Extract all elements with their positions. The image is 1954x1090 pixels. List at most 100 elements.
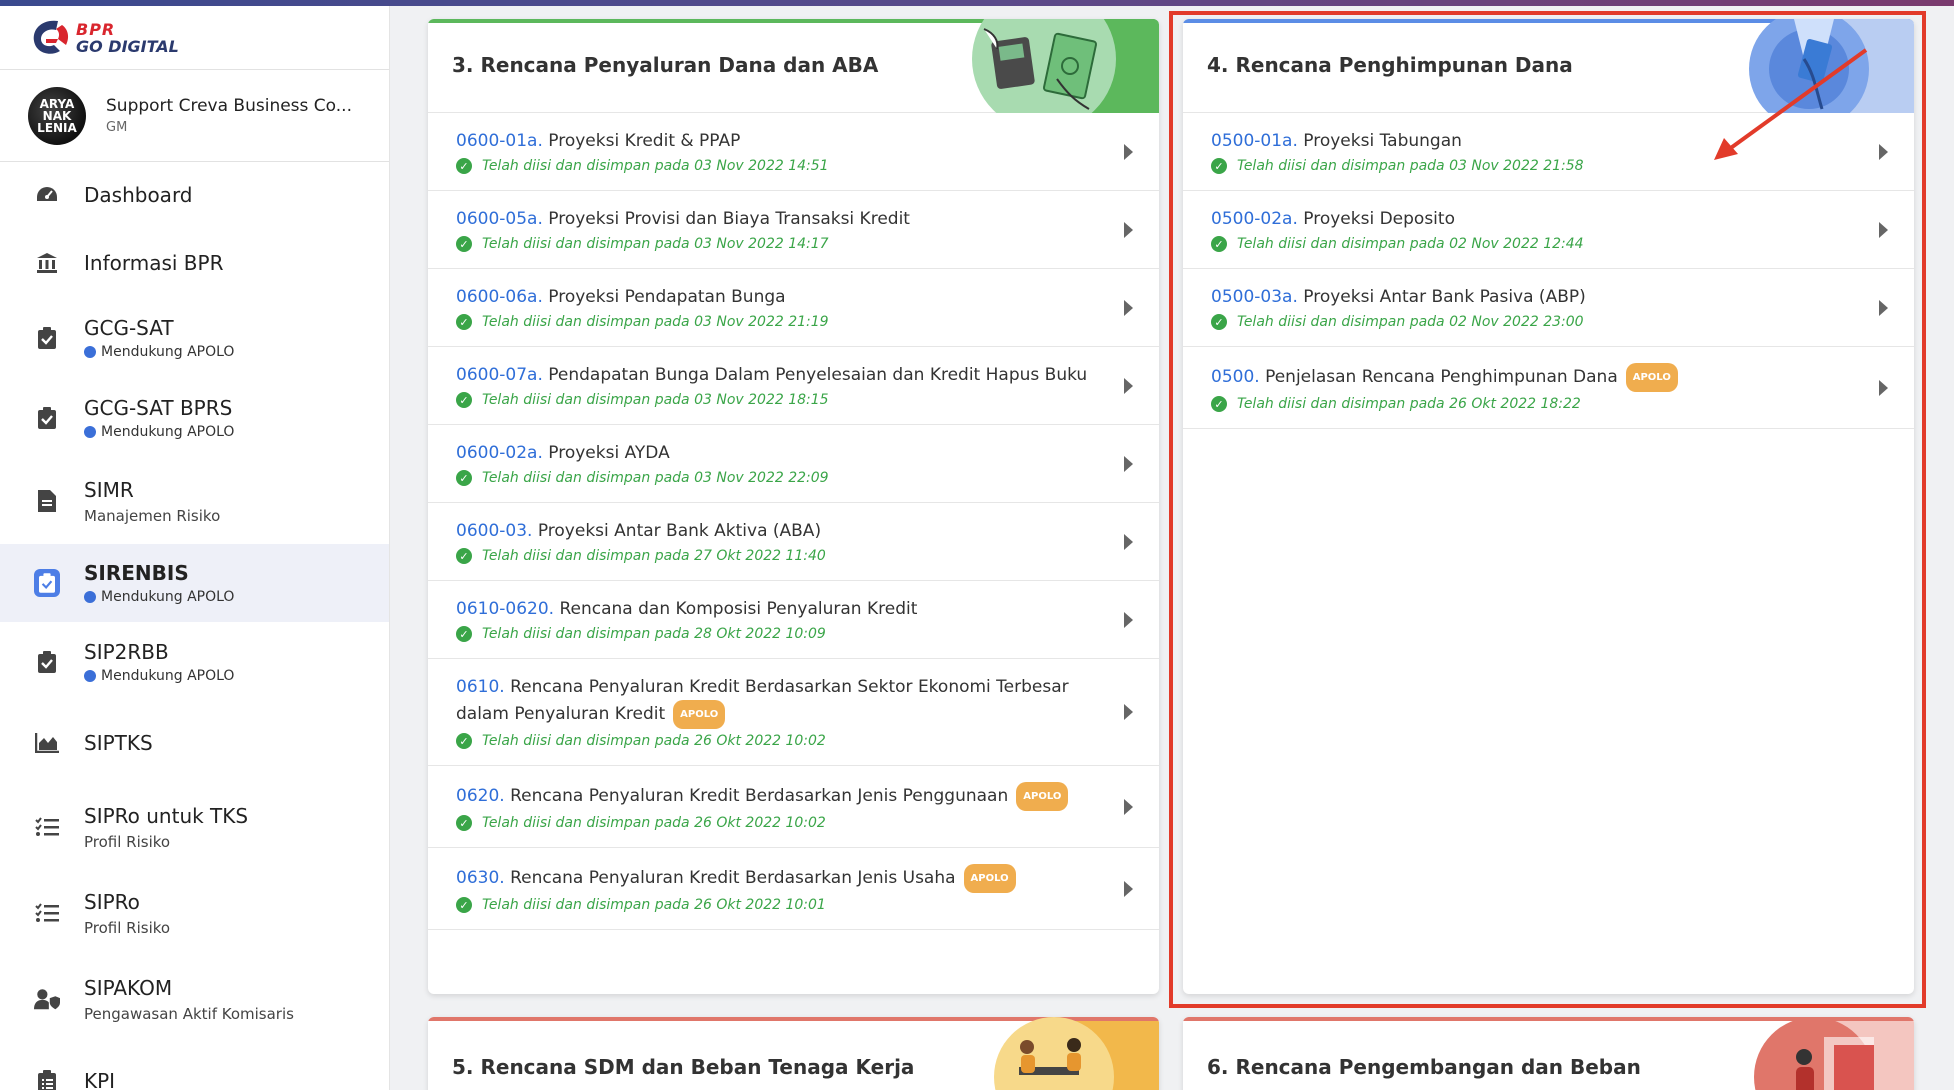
logo[interactable]: BPR GO DIGITAL xyxy=(0,6,389,70)
user-role: GM xyxy=(106,120,128,135)
chevron-right-icon[interactable] xyxy=(1124,377,1133,394)
card-rencana-sdm: 5. Rencana SDM dan Beban Tenaga Kerja xyxy=(428,1017,1159,1090)
list-item[interactable]: 0620. Rencana Penyaluran Kredit Berdasar… xyxy=(428,766,1159,848)
card-title: 3. Rencana Penyaluran Dana dan ABA xyxy=(452,53,879,77)
team-meeting-illustration xyxy=(949,1017,1159,1090)
item-code[interactable]: 0600-03. xyxy=(456,521,532,541)
sidebar-item-simr[interactable]: SIMR Manajemen Risiko xyxy=(0,458,389,544)
sidebar-item-sublabel: Manajemen Risiko xyxy=(84,506,221,525)
chevron-right-icon[interactable] xyxy=(1124,880,1133,897)
clipboard-check-icon xyxy=(34,649,60,675)
apolo-badge: APOLO xyxy=(1016,782,1069,811)
presentation-illustration xyxy=(1704,1017,1914,1090)
sidebar-item-sirenbis[interactable]: SIRENBIS Mendukung APOLO xyxy=(0,544,389,622)
item-label: Proyeksi Pendapatan Bunga xyxy=(542,287,786,307)
sidebar-item-label: Dashboard xyxy=(84,183,193,207)
item-code[interactable]: 0610. xyxy=(456,677,505,697)
item-status: ✓ Telah diisi dan disimpan pada 03 Nov 20… xyxy=(456,236,1099,252)
item-title: 0600-07a. Pendapatan Bunga Dalam Penyele… xyxy=(456,363,1099,388)
sidebar-item-gcg-sat-bprs[interactable]: GCG-SAT BPRS Mendukung APOLO xyxy=(0,378,389,458)
item-status: ✓ Telah diisi dan disimpan pada 27 Okt 20… xyxy=(456,548,1099,564)
item-title: 0600-05a. Proyeksi Provisi dan Biaya Tra… xyxy=(456,207,1099,232)
card-title: 5. Rencana SDM dan Beban Tenaga Kerja xyxy=(452,1055,915,1079)
item-status: ✓ Telah diisi dan disimpan pada 03 Nov 20… xyxy=(456,158,1099,174)
list-item[interactable]: 0600-01a. Proyeksi Kredit & PPAP ✓ Telah d… xyxy=(428,113,1159,191)
item-code[interactable]: 0620. xyxy=(456,786,505,806)
item-code[interactable]: 0600-01a. xyxy=(456,131,543,151)
sidebar-item-label: GCG-SAT BPRS xyxy=(84,396,233,420)
list-item[interactable]: 0600-02a. Proyeksi AYDA ✓ Telah diisi dan … xyxy=(428,425,1159,503)
chevron-right-icon[interactable] xyxy=(1124,533,1133,550)
chevron-right-icon[interactable] xyxy=(1124,143,1133,160)
sidebar-item-kpi[interactable]: KPI xyxy=(0,1042,389,1090)
user-profile[interactable]: ARYA NAK LENIA Support Creva Business Co… xyxy=(0,70,389,162)
item-code[interactable]: 0600-05a. xyxy=(456,209,543,229)
sidebar: BPR GO DIGITAL ARYA NAK LENIA Support Cr… xyxy=(0,6,390,1090)
chevron-right-icon[interactable] xyxy=(1124,299,1133,316)
check-circle-icon: ✓ xyxy=(456,626,472,642)
item-code[interactable]: 0630. xyxy=(456,868,505,888)
item-title: 0620. Rencana Penyaluran Kredit Berdasar… xyxy=(456,782,1099,811)
chevron-right-icon[interactable] xyxy=(1124,455,1133,472)
money-hands-illustration xyxy=(949,19,1159,113)
bpr-logo-icon xyxy=(28,17,74,59)
sidebar-item-label: SIRENBIS xyxy=(84,561,189,585)
list-item[interactable]: 0600-06a. Proyeksi Pendapatan Bunga ✓ Tela… xyxy=(428,269,1159,347)
user-shield-icon xyxy=(34,986,60,1012)
sidebar-item-sipro-tks[interactable]: SIPRo untuk TKS Profil Risiko xyxy=(0,784,389,870)
item-code[interactable]: 0600-07a. xyxy=(456,365,543,385)
list-item[interactable]: 0600-03. Proyeksi Antar Bank Aktiva (ABA… xyxy=(428,503,1159,581)
item-label: Rencana Penyaluran Kredit Berdasarkan Se… xyxy=(456,677,1069,724)
item-title: 0610. Rencana Penyaluran Kredit Berdasar… xyxy=(456,675,1099,729)
sidebar-item-sipakom[interactable]: SIPAKOM Pengawasan Aktif Komisaris xyxy=(0,956,389,1042)
item-code[interactable]: 0600-02a. xyxy=(456,443,543,463)
sidebar-item-label: GCG-SAT xyxy=(84,316,174,340)
check-circle-icon: ✓ xyxy=(456,314,472,330)
sidebar-item-informasi-bpr[interactable]: Informasi BPR xyxy=(0,228,389,298)
logo-line-2: GO DIGITAL xyxy=(76,36,179,56)
sidebar-item-gcg-sat[interactable]: GCG-SAT Mendukung APOLO xyxy=(0,298,389,378)
check-circle-icon: ✓ xyxy=(456,897,472,913)
list-item[interactable]: 0630. Rencana Penyaluran Kredit Berdasar… xyxy=(428,848,1159,930)
item-status: ✓ Telah diisi dan disimpan pada 03 Nov 20… xyxy=(456,470,1099,486)
list-item[interactable]: 0610-0620. Rencana dan Komposisi Penyalu… xyxy=(428,581,1159,659)
item-label: Rencana Penyaluran Kredit Berdasarkan Je… xyxy=(504,786,1009,806)
apolo-support-badge: Mendukung APOLO xyxy=(84,424,234,440)
apolo-badge: APOLO xyxy=(963,864,1016,893)
chevron-right-icon[interactable] xyxy=(1124,798,1133,815)
item-status: ✓ Telah diisi dan disimpan pada 26 Okt 20… xyxy=(456,815,1099,831)
item-title: 0600-03. Proyeksi Antar Bank Aktiva (ABA… xyxy=(456,519,1099,544)
list-item[interactable]: 0600-05a. Proyeksi Provisi dan Biaya Tra… xyxy=(428,191,1159,269)
item-status: ✓ Telah diisi dan disimpan pada 26 Okt 20… xyxy=(456,733,1099,749)
list-item[interactable]: 0610. Rencana Penyaluran Kredit Berdasar… xyxy=(428,659,1159,766)
sidebar-item-sip2rbb[interactable]: SIP2RBB Mendukung APOLO xyxy=(0,622,389,702)
chevron-right-icon[interactable] xyxy=(1124,704,1133,720)
item-label: Pendapatan Bunga Dalam Penyelesaian dan … xyxy=(542,365,1088,385)
user-name: Support Creva Business Co... xyxy=(106,96,352,116)
clipboard-check-icon xyxy=(34,569,60,597)
chevron-right-icon[interactable] xyxy=(1124,221,1133,238)
check-circle-icon: ✓ xyxy=(456,470,472,486)
check-circle-icon: ✓ xyxy=(456,236,472,252)
item-code[interactable]: 0600-06a. xyxy=(456,287,543,307)
logo-line-1: BPR xyxy=(76,19,116,39)
sidebar-item-label: SIPTKS xyxy=(84,731,153,755)
item-code[interactable]: 0610-0620. xyxy=(456,599,554,619)
item-status: ✓ Telah diisi dan disimpan pada 03 Nov 20… xyxy=(456,392,1099,408)
apolo-support-badge: Mendukung APOLO xyxy=(84,589,234,605)
item-label: Proyeksi Provisi dan Biaya Transaksi Kre… xyxy=(542,209,910,229)
list-item[interactable]: 0600-07a. Pendapatan Bunga Dalam Penyele… xyxy=(428,347,1159,425)
item-status: ✓ Telah diisi dan disimpan pada 03 Nov 20… xyxy=(456,314,1099,330)
sidebar-item-label: SIPRo xyxy=(84,889,140,914)
sidebar-item-siptks[interactable]: SIPTKS xyxy=(0,702,389,784)
checklist-icon xyxy=(34,814,60,840)
apolo-support-badge: Mendukung APOLO xyxy=(84,344,234,360)
check-circle-icon: ✓ xyxy=(456,548,472,564)
check-circle-icon: ✓ xyxy=(456,815,472,831)
bank-icon xyxy=(34,250,60,276)
chevron-right-icon[interactable] xyxy=(1124,611,1133,628)
document-icon xyxy=(34,488,60,514)
sidebar-item-dashboard[interactable]: Dashboard xyxy=(0,162,389,228)
item-status: ✓ Telah diisi dan disimpan pada 28 Okt 20… xyxy=(456,626,1099,642)
sidebar-item-sipro[interactable]: SIPRo Profil Risiko xyxy=(0,870,389,956)
